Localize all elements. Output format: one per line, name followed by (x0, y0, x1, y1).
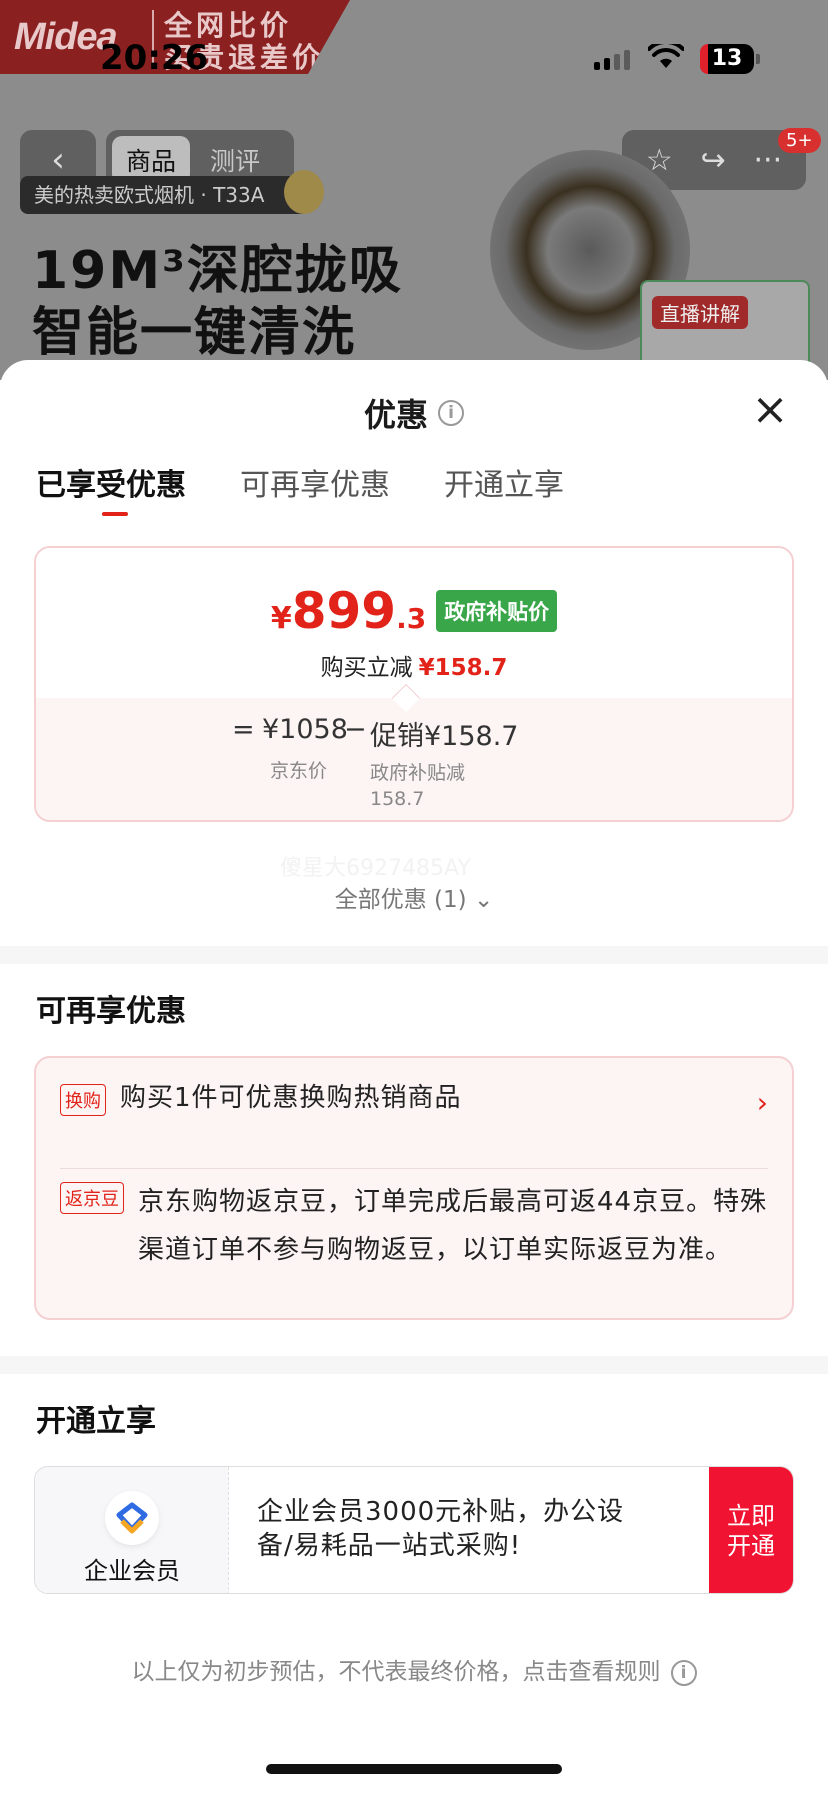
home-indicator (266, 1764, 562, 1774)
enterprise-member-card[interactable]: 企业会员 企业会员3000元补贴，办公设备/易耗品一站式采购! 立即开通 (34, 1466, 794, 1594)
enterprise-member-logo-icon (105, 1491, 159, 1545)
sheet-header: 优惠 i (0, 390, 828, 436)
tab-open-to-enjoy[interactable]: 开通立享 (444, 460, 564, 514)
final-price: ¥899.3 (270, 582, 427, 640)
product-page-background: Midea 全网比价 买贵退差价 20:26 13 ‹ 商品 测评 ☆ ↪ ··… (0, 0, 828, 380)
enterprise-member-description: 企业会员3000元补贴，办公设备/易耗品一站式采购! (257, 1497, 625, 1561)
sheet-title: 优惠 (363, 396, 428, 434)
battery-indicator: 13 (700, 44, 760, 74)
final-price-row: ¥899.3 政府补贴价 (36, 582, 792, 640)
promo-label: 政府补贴减 (370, 762, 466, 784)
chevron-left-icon: ‹ (51, 140, 65, 180)
share-icon[interactable]: ↪ (701, 143, 726, 178)
offer-tabs: 已享受优惠 可再享优惠 开通立享 (36, 460, 564, 516)
promo-discount: 促销¥158.7 (370, 721, 519, 752)
price-disclaimer[interactable]: 以上仅为初步预估，不代表最终价格，点击查看规则 i (0, 1652, 828, 1686)
gov-subsidy-tag: 政府补贴价 (436, 590, 558, 632)
close-button[interactable]: × (750, 388, 790, 432)
section-title-open-to-enjoy: 开通立享 (36, 1404, 156, 1439)
section-divider (0, 1356, 828, 1374)
offer-tag-exchange: 换购 (60, 1084, 106, 1116)
wifi-icon (648, 44, 684, 68)
all-offers-toggle[interactable]: 全部优惠 (1) ⌄ (0, 880, 828, 914)
open-now-button[interactable]: 立即开通 (709, 1467, 793, 1593)
notification-badge: 5+ (778, 128, 821, 153)
hero-headline-2: 智能一键清洗 (32, 303, 357, 363)
watermark: 傻星大6927485AY (280, 856, 471, 881)
chevron-right-icon: › (756, 1086, 768, 1119)
cellular-signal-icon (594, 50, 630, 70)
offer-item-jd-beans: 返京豆 京东购物返京豆，订单完成后最高可返44京豆。特殊渠道订单不参与购物返豆，… (60, 1178, 768, 1274)
live-explain-tag[interactable]: 直播讲解 (652, 296, 748, 329)
offer-tag-jd-beans: 返京豆 (60, 1182, 124, 1214)
more-icon[interactable]: ··· (754, 143, 783, 178)
product-tag: 美的热卖欧式烟机 · T33A (20, 176, 311, 214)
tab-more-offers[interactable]: 可再享优惠 (240, 460, 390, 514)
tab-enjoyed-offers[interactable]: 已享受优惠 (36, 460, 186, 516)
info-icon[interactable]: i (438, 400, 464, 426)
close-icon: × (751, 384, 789, 435)
jd-price: ¥1058 (262, 714, 348, 745)
offer-item-exchange[interactable]: 换购 购买1件可优惠换购热销商品 › (60, 1080, 768, 1119)
equals-sign: = (232, 714, 255, 745)
section-divider (0, 946, 828, 964)
offer-text-jd-beans: 京东购物返京豆，订单完成后最高可返44京豆。特殊渠道订单不参与购物返豆，以订单实… (138, 1187, 768, 1265)
jd-price-label: 京东价 (270, 760, 328, 782)
more-offers-card: 换购 购买1件可优惠换购热销商品 › 返京豆 京东购物返京豆，订单完成后最高可返… (34, 1056, 794, 1320)
offers-sheet: 优惠 i × 已享受优惠 可再享优惠 开通立享 ¥899.3 政府补贴价 购买立减… (0, 360, 828, 1796)
instant-discount-amount: ¥158.7 (418, 655, 508, 681)
chevron-down-icon: ⌄ (473, 887, 494, 913)
section-title-more-offers: 可再享优惠 (36, 994, 186, 1029)
status-time: 20:26 (100, 38, 209, 78)
price-breakdown-card: ¥899.3 政府补贴价 购买立减 ¥158.7 = ¥1058 − 促销¥158… (34, 546, 794, 822)
instant-discount: 购买立减 ¥158.7 (320, 655, 508, 681)
promo-label-amount: 158.7 (370, 788, 425, 810)
minus-sign: − (344, 714, 367, 745)
info-icon: i (670, 1659, 697, 1686)
thumbs-up-icon (284, 170, 324, 214)
battery-level: 13 (711, 46, 743, 71)
offer-text-exchange: 购买1件可优惠换购热销商品 (120, 1083, 462, 1113)
enterprise-member-name: 企业会员 (84, 1557, 180, 1585)
